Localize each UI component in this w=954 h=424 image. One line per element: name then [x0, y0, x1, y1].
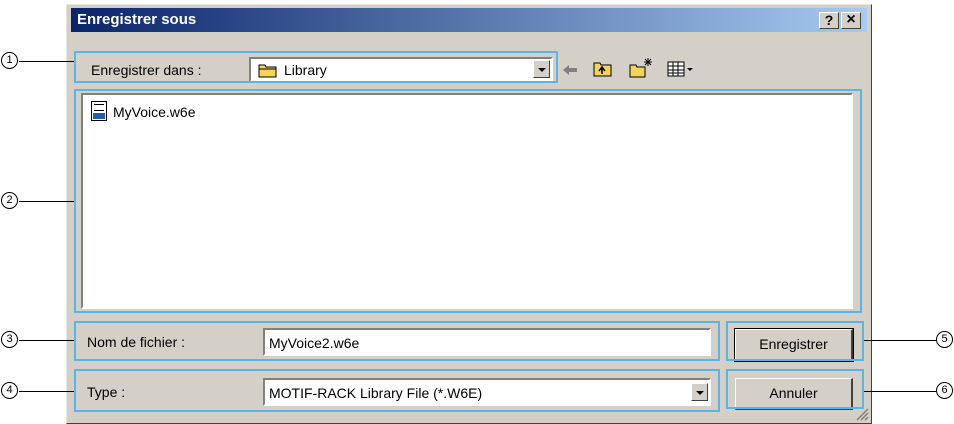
resize-grip-icon[interactable]	[855, 407, 869, 421]
callout-1: 1	[1, 52, 18, 69]
highlight-type	[74, 369, 720, 412]
highlight-filename	[74, 321, 720, 361]
highlight-save-button	[726, 321, 864, 361]
callout-5: 5	[936, 331, 953, 348]
back-arrow-icon[interactable]	[561, 61, 579, 79]
title-bar[interactable]: Enregistrer sous ? ×	[71, 8, 867, 32]
callout-3-leader	[19, 340, 74, 341]
callout-6-leader	[864, 391, 936, 392]
callout-4-leader	[19, 391, 74, 392]
help-button[interactable]: ?	[819, 12, 839, 29]
callout-5-leader	[864, 340, 936, 341]
highlight-save-in	[74, 51, 558, 83]
close-button[interactable]: ×	[841, 12, 861, 29]
callout-2: 2	[1, 192, 18, 209]
callout-1-leader	[19, 61, 74, 62]
up-folder-icon[interactable]	[593, 60, 613, 78]
callout-3: 3	[1, 331, 18, 348]
new-folder-icon[interactable]	[629, 57, 653, 79]
callout-4: 4	[1, 382, 18, 399]
highlight-cancel-button	[726, 369, 864, 409]
callout-6: 6	[936, 382, 953, 399]
dialog-title: Enregistrer sous	[77, 11, 197, 28]
highlight-file-list	[74, 89, 862, 313]
view-menu-icon[interactable]	[667, 61, 695, 77]
callout-2-leader	[19, 201, 74, 202]
